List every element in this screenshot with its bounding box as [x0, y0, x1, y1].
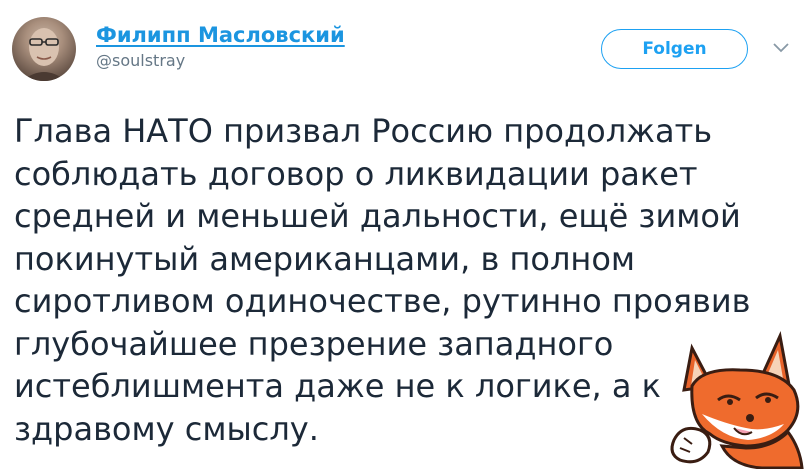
tweet-line: Глава НАТО призвал Россию продолжать	[14, 112, 713, 150]
avatar[interactable]	[12, 17, 76, 81]
follow-button[interactable]: Folgen	[601, 29, 748, 69]
tweet-line: сиротливом одиночестве, рутинно проявив	[14, 282, 751, 320]
avatar-photo	[22, 28, 66, 81]
tweet-card: Филипп Масловский @soulstray Folgen Глав…	[0, 0, 805, 470]
author-name[interactable]: Филипп Масловский	[96, 22, 345, 48]
fox-sticker	[662, 328, 805, 470]
author-block: Филипп Масловский @soulstray	[96, 22, 345, 72]
tweet-line: покинутый американцами, в полном	[14, 239, 636, 278]
tweet-line: соблюдать договор о ликвидации ракет	[14, 154, 698, 193]
chevron-down-icon[interactable]	[772, 40, 790, 54]
author-handle[interactable]: @soulstray	[96, 50, 345, 72]
tweet-line: средней и меньшей дальности, ещё зимой	[14, 197, 741, 235]
